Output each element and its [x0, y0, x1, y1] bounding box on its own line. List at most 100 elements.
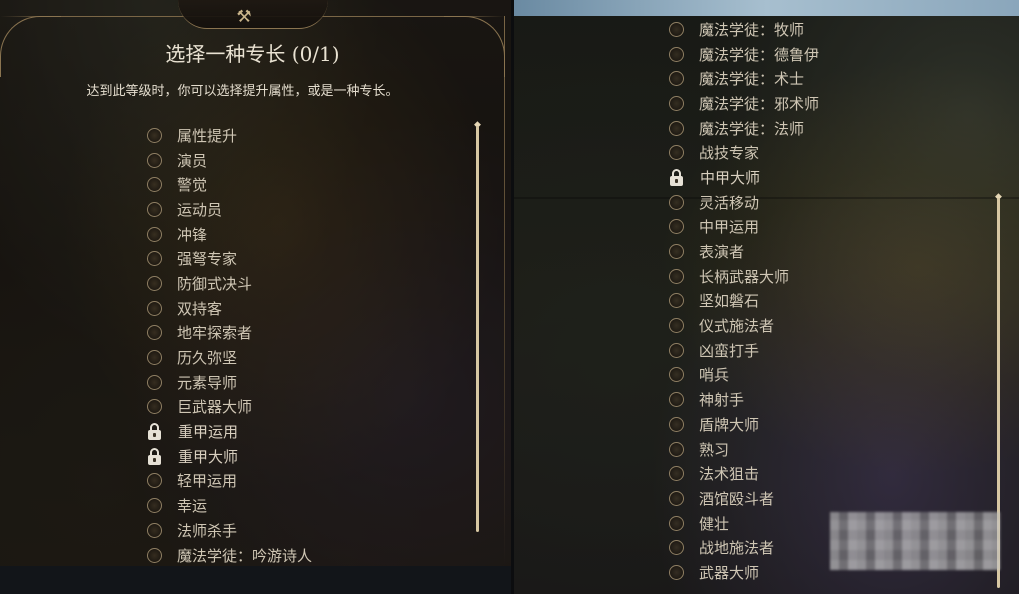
- feat-option[interactable]: 魔法学徒：牧师: [669, 17, 819, 42]
- radio-button-icon[interactable]: [147, 547, 162, 563]
- feat-option[interactable]: 元素导师: [147, 370, 312, 395]
- feat-option[interactable]: 双持客: [147, 296, 312, 321]
- radio-button-icon[interactable]: [669, 46, 684, 62]
- feat-option[interactable]: 重甲运用: [147, 419, 312, 444]
- feat-option[interactable]: 地牢探索者: [147, 321, 312, 346]
- feat-option[interactable]: 警觉: [147, 172, 312, 197]
- feat-label: 元素导师: [177, 373, 238, 392]
- feat-option[interactable]: 魔法学徒：术士: [669, 66, 819, 91]
- feat-option[interactable]: 仪式施法者: [669, 313, 819, 338]
- radio-button-icon[interactable]: [147, 473, 162, 489]
- feat-label: 重甲大师: [178, 447, 239, 466]
- feat-option[interactable]: 法师杀手: [147, 518, 312, 543]
- feat-option[interactable]: 幸运: [147, 493, 312, 518]
- feat-option[interactable]: 运动员: [147, 197, 312, 222]
- feat-option[interactable]: 历久弥坚: [147, 345, 312, 370]
- radio-button-icon[interactable]: [147, 201, 162, 217]
- page-subtitle: 达到此等级时，你可以选择提升属性，或是一种专长。: [86, 84, 399, 99]
- radio-button-icon[interactable]: [147, 177, 162, 193]
- feat-list-right: 魔法学徒：牧师魔法学徒：德鲁伊 魔法学徒：术士 魔法学徒：邪术师魔法学徒：法师战技专…: [669, 17, 819, 585]
- radio-button-icon[interactable]: [669, 95, 684, 111]
- feat-option[interactable]: 熟习: [669, 437, 819, 462]
- feat-option[interactable]: 属性提升: [147, 123, 312, 148]
- feat-option[interactable]: 盾牌大师: [669, 412, 819, 437]
- feat-option[interactable]: 魔法学徒：吟游诗人: [147, 543, 312, 568]
- feat-label: 仪式施法者: [699, 317, 775, 336]
- feat-option[interactable]: 健壮: [669, 511, 819, 536]
- feat-option[interactable]: 中甲运用: [669, 215, 819, 240]
- feat-option[interactable]: 魔法学徒：德鲁伊: [669, 42, 819, 67]
- feat-label: 坚如磐石: [699, 292, 760, 311]
- feat-label: 魔法学徒：牧师: [699, 20, 805, 39]
- feat-label: 魔法学徒：法师: [699, 119, 805, 138]
- radio-button-icon[interactable]: [669, 441, 684, 457]
- feat-option[interactable]: 魔法学徒：邪术师: [669, 91, 819, 116]
- feat-option[interactable]: 演员: [147, 148, 312, 173]
- radio-button-icon[interactable]: [669, 293, 684, 309]
- feat-option[interactable]: 凶蛮打手: [669, 338, 819, 363]
- radio-button-icon[interactable]: [147, 152, 162, 168]
- radio-button-icon[interactable]: [669, 515, 684, 531]
- feat-option[interactable]: 战技专家: [669, 140, 819, 165]
- feat-label: 防御式决斗: [177, 274, 253, 293]
- feat-option[interactable]: 巨武器大师: [147, 395, 312, 420]
- feat-label: 重甲运用: [178, 423, 239, 442]
- censored-watermark: [830, 512, 1000, 570]
- radio-button-icon[interactable]: [669, 367, 684, 383]
- feat-label: 熟习: [699, 440, 730, 459]
- feat-label: 武器大师: [699, 563, 760, 582]
- radio-button-icon[interactable]: [669, 416, 684, 432]
- radio-button-icon[interactable]: [147, 498, 162, 514]
- feat-label: 幸运: [177, 497, 208, 516]
- radio-button-icon[interactable]: [669, 219, 684, 235]
- radio-button-icon[interactable]: [669, 268, 684, 284]
- radio-button-icon[interactable]: [147, 300, 162, 316]
- radio-button-icon[interactable]: [669, 194, 684, 210]
- radio-button-icon[interactable]: [669, 21, 684, 37]
- feat-option[interactable]: 强弩专家: [147, 246, 312, 271]
- feat-option[interactable]: 中甲大师: [669, 165, 819, 190]
- feat-option[interactable]: 防御式决斗: [147, 271, 312, 296]
- feat-option[interactable]: 武器大师: [669, 560, 819, 585]
- feat-option[interactable]: 神射手: [669, 387, 819, 412]
- feat-label: 魔法学徒：吟游诗人: [177, 546, 313, 565]
- page-title: 选择一种专长 (0/1): [165, 42, 340, 66]
- radio-button-icon[interactable]: [669, 244, 684, 260]
- scrollbar-left[interactable]: [476, 126, 479, 532]
- radio-button-icon[interactable]: [669, 71, 684, 87]
- feat-option[interactable]: 灵活移动: [669, 190, 819, 215]
- radio-button-icon[interactable]: [147, 399, 162, 415]
- radio-button-icon[interactable]: [669, 120, 684, 136]
- radio-button-icon[interactable]: [669, 145, 684, 161]
- radio-button-icon[interactable]: [147, 127, 162, 143]
- radio-button-icon[interactable]: [147, 374, 162, 390]
- feat-option[interactable]: 魔法学徒：法师: [669, 116, 819, 141]
- feat-option[interactable]: 法术狙击: [669, 461, 819, 486]
- feat-option[interactable]: 哨兵: [669, 363, 819, 388]
- feat-option[interactable]: 长柄武器大师: [669, 264, 819, 289]
- radio-button-icon[interactable]: [147, 325, 162, 341]
- feat-label: 酒馆殴斗者: [699, 489, 775, 508]
- feat-option[interactable]: 坚如磐石: [669, 289, 819, 314]
- feat-option[interactable]: 战地施法者: [669, 535, 819, 560]
- radio-button-icon[interactable]: [669, 490, 684, 506]
- feat-option[interactable]: 酒馆殴斗者: [669, 486, 819, 511]
- radio-button-icon[interactable]: [669, 342, 684, 358]
- radio-button-icon[interactable]: [147, 350, 162, 366]
- radio-button-icon[interactable]: [147, 251, 162, 267]
- radio-button-icon[interactable]: [669, 466, 684, 482]
- feat-option[interactable]: 冲锋: [147, 222, 312, 247]
- feat-label: 灵活移动: [699, 193, 760, 212]
- radio-button-icon[interactable]: [669, 318, 684, 334]
- feat-option[interactable]: 轻甲运用: [147, 469, 312, 494]
- radio-button-icon[interactable]: [669, 540, 684, 556]
- radio-button-icon[interactable]: [147, 275, 162, 291]
- feat-label: 演员: [177, 151, 208, 170]
- radio-button-icon[interactable]: [147, 522, 162, 538]
- radio-button-icon[interactable]: [669, 564, 684, 580]
- radio-button-icon[interactable]: [147, 226, 162, 242]
- feat-option[interactable]: 表演者: [669, 239, 819, 264]
- radio-button-icon[interactable]: [669, 392, 684, 408]
- feat-option[interactable]: 重甲大师: [147, 444, 312, 469]
- lock-icon: [668, 168, 685, 186]
